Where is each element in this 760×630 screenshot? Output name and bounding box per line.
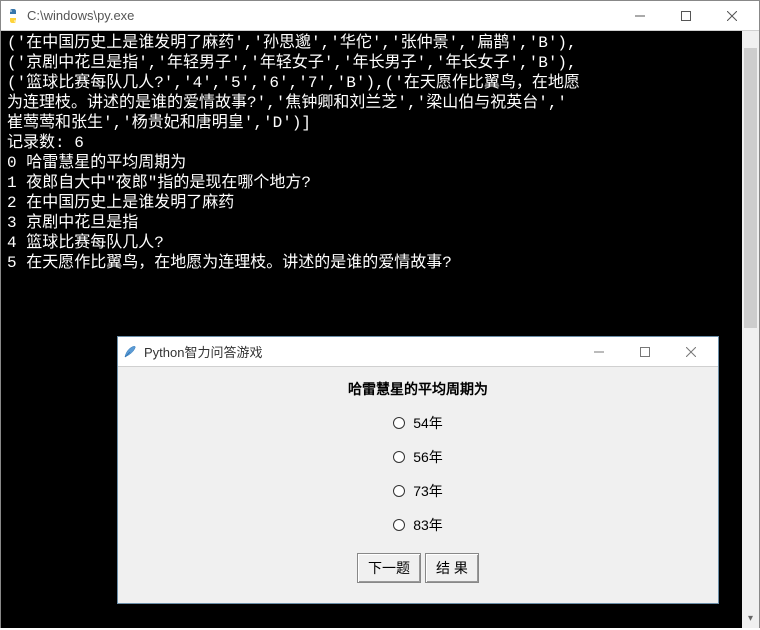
scroll-down-button[interactable]: ▾ [742, 611, 759, 628]
maximize-button[interactable] [663, 2, 709, 30]
python-icon [5, 8, 21, 24]
next-button[interactable]: 下一题 [357, 553, 421, 583]
dialog-titlebar: Python智力问答游戏 [118, 337, 718, 367]
option-b[interactable]: 56年 [393, 447, 443, 467]
result-button[interactable]: 结 果 [425, 553, 479, 583]
minimize-button[interactable] [617, 2, 663, 30]
radio-icon [393, 417, 405, 429]
options-group: 54年 56年 73年 83年 [118, 413, 718, 535]
window-controls [617, 2, 755, 30]
console-line: 5 在天愿作比翼鸟，在地愿为连理枝。讲述的是谁的爱情故事? [7, 254, 452, 272]
console-line: ('京剧中花旦是指','年轻男子','年轻女子','年长男子','年长女子','… [7, 54, 577, 72]
console-line: 4 篮球比赛每队几人? [7, 234, 164, 252]
vertical-scrollbar[interactable]: ▴ ▾ [742, 31, 759, 628]
close-button[interactable] [709, 2, 755, 30]
main-titlebar: C:\windows\py.exe [1, 1, 759, 31]
radio-icon [393, 519, 405, 531]
dialog-close-button[interactable] [668, 338, 714, 366]
option-text: 73年 [413, 481, 443, 501]
console-line: 1 夜郎自大中"夜郎"指的是现在哪个地方? [7, 174, 311, 192]
dialog-body: 哈雷慧星的平均周期为 54年 56年 73年 83年 下一题 结 果 [118, 367, 718, 583]
quiz-dialog: Python智力问答游戏 哈雷慧星的平均周期为 54年 56年 [117, 336, 719, 604]
radio-icon [393, 485, 405, 497]
option-text: 56年 [413, 447, 443, 467]
console-line: ('篮球比赛每队几人?','4','5','6','7','B'),('在天愿作… [7, 74, 580, 92]
radio-icon [393, 451, 405, 463]
dialog-maximize-button[interactable] [622, 338, 668, 366]
console-line: ('在中国历史上是谁发明了麻药','孙思邈','华佗','张仲景','扁鹊','… [7, 34, 577, 52]
console-line: 崔莺莺和张生','杨贵妃和唐明皇','D')] [7, 114, 311, 132]
dialog-minimize-button[interactable] [576, 338, 622, 366]
button-row: 下一题 结 果 [118, 553, 718, 583]
dialog-window-controls [576, 338, 714, 366]
tk-feather-icon [122, 344, 138, 360]
console-line: 记录数: 6 [7, 134, 84, 152]
main-window-title: C:\windows\py.exe [27, 8, 617, 23]
option-text: 54年 [413, 413, 443, 433]
console-line: 为连理枝。讲述的是谁的爱情故事?','焦钟卿和刘兰芝','梁山伯与祝英台',' [7, 94, 567, 112]
option-a[interactable]: 54年 [393, 413, 443, 433]
option-text: 83年 [413, 515, 443, 535]
option-d[interactable]: 83年 [393, 515, 443, 535]
scrollbar-thumb[interactable] [744, 48, 757, 328]
option-c[interactable]: 73年 [393, 481, 443, 501]
dialog-title: Python智力问答游戏 [144, 342, 576, 361]
question-label: 哈雷慧星的平均周期为 [118, 379, 718, 399]
console-line: 2 在中国历史上是谁发明了麻药 [7, 194, 234, 212]
console-line: 0 哈雷慧星的平均周期为 [7, 154, 186, 172]
console-line: 3 京剧中花旦是指 [7, 214, 138, 232]
